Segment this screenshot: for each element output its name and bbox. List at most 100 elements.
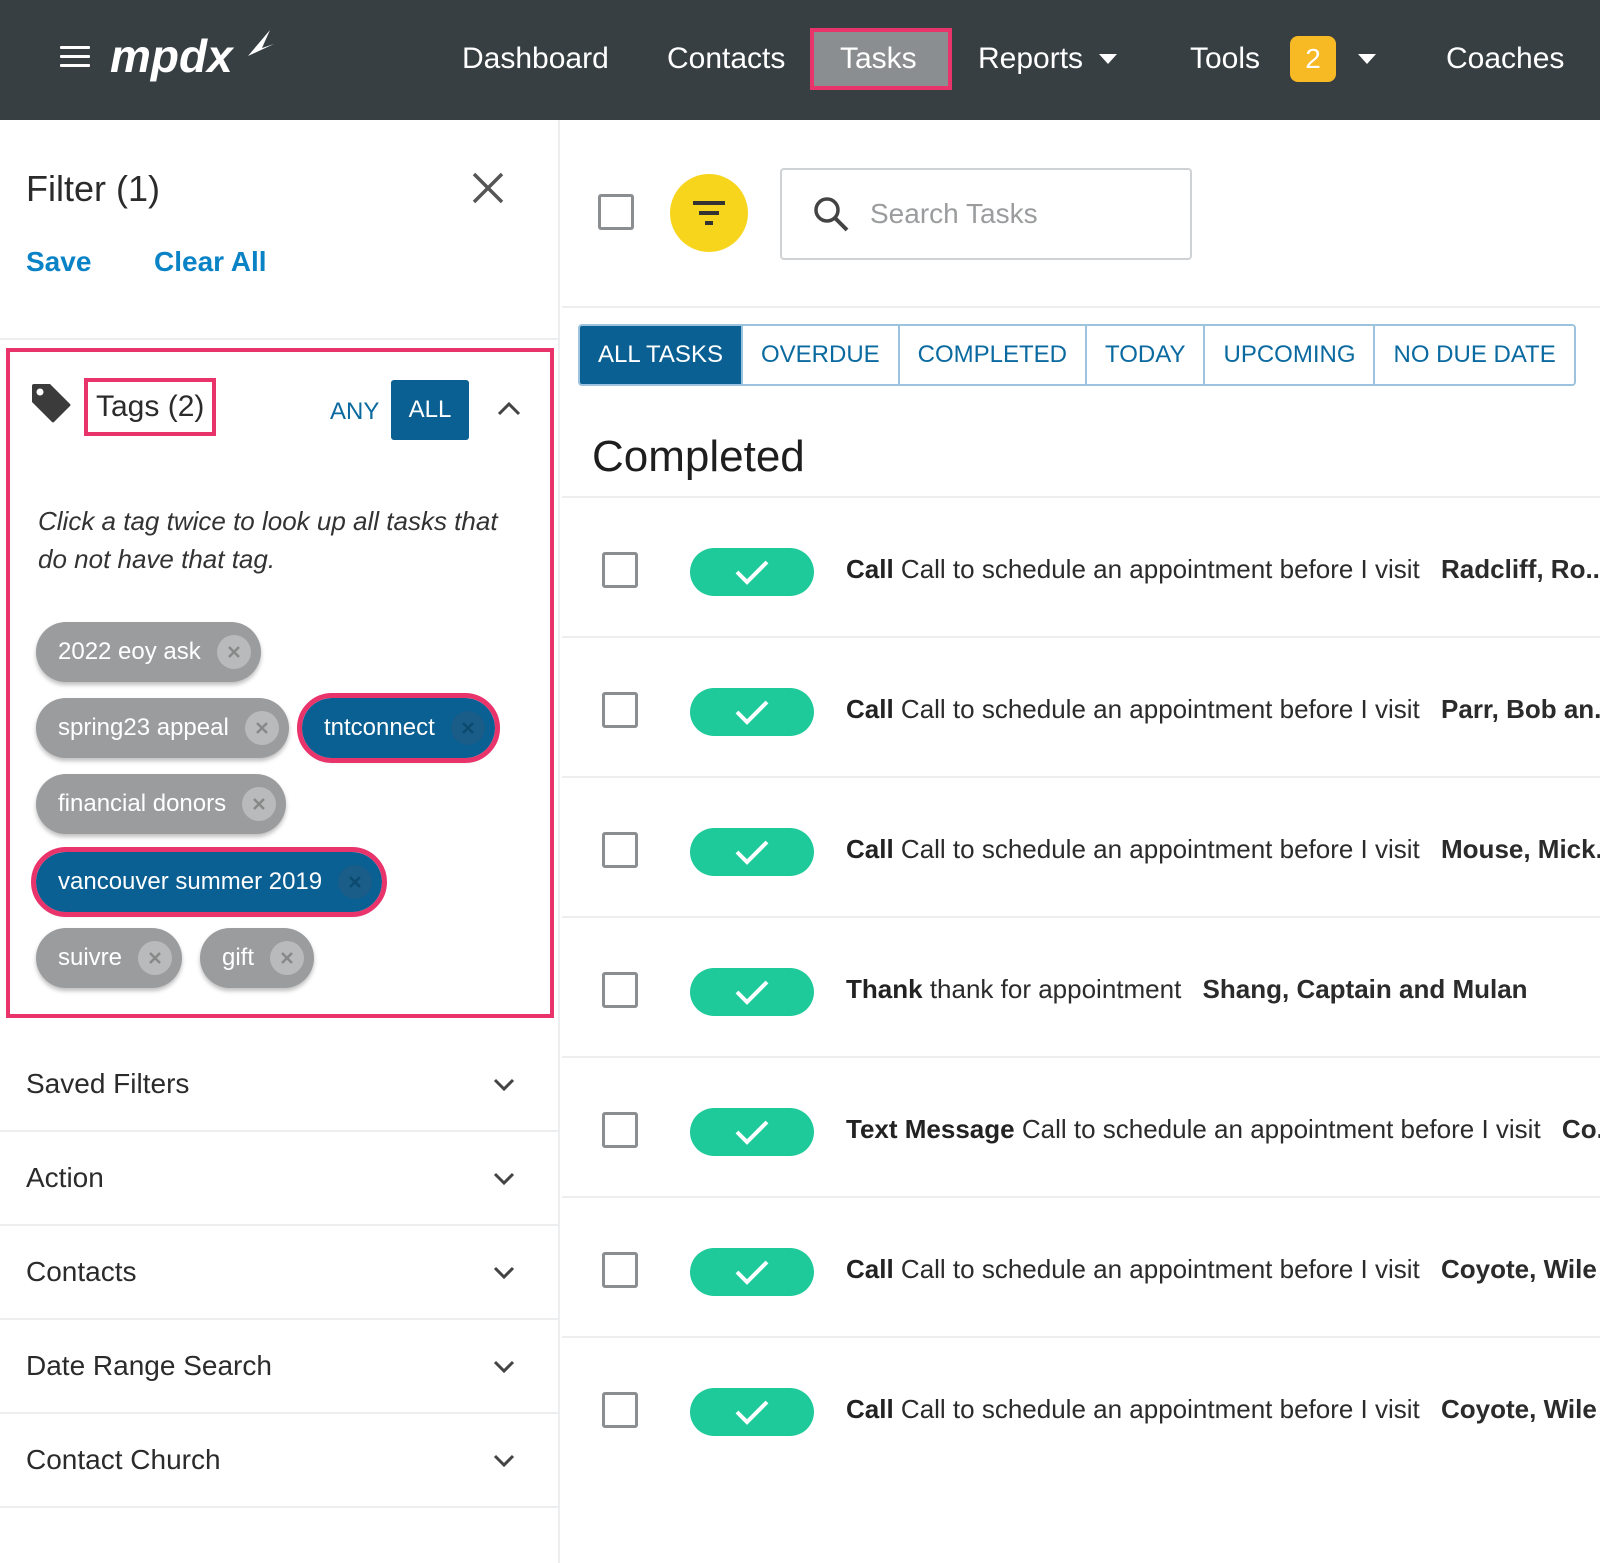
tab-upcoming[interactable]: UPCOMING <box>1205 326 1376 384</box>
nav-tools[interactable]: Tools 2 <box>1190 28 1377 90</box>
complete-task-button[interactable] <box>690 1388 814 1436</box>
task-row[interactable]: Call Call to schedule an appointment bef… <box>562 1336 1600 1478</box>
task-checkbox[interactable] <box>602 1252 638 1288</box>
chevron-down-icon <box>493 1454 515 1468</box>
task-summary[interactable]: Thank thank for appointment Shang, Capta… <box>846 974 1600 1005</box>
tag-chip[interactable]: spring23 appeal <box>36 698 289 758</box>
chevron-down-icon <box>493 1266 515 1280</box>
tag-chip-selected[interactable]: tntconnect <box>297 693 500 763</box>
tags-hint-text: Click a tag twice to look up all tasks t… <box>38 506 498 574</box>
svg-text:mpdx: mpdx <box>110 30 235 82</box>
filter-icon <box>693 201 725 225</box>
complete-task-button[interactable] <box>690 688 814 736</box>
tab-no-due-date[interactable]: NO DUE DATE <box>1375 326 1574 384</box>
task-summary[interactable]: Call Call to schedule an appointment bef… <box>846 834 1600 865</box>
select-all-checkbox[interactable] <box>598 194 634 230</box>
remove-tag-icon[interactable] <box>450 711 485 745</box>
task-row[interactable]: Call Call to schedule an appointment bef… <box>562 1196 1600 1338</box>
tab-today[interactable]: TODAY <box>1087 326 1206 384</box>
remove-tag-icon[interactable] <box>270 941 305 975</box>
task-row[interactable]: Text Message Call to schedule an appoint… <box>562 1056 1600 1198</box>
task-checkbox[interactable] <box>602 1392 638 1428</box>
checkmark-icon <box>735 1400 769 1425</box>
complete-task-button[interactable] <box>690 1248 814 1296</box>
tab-overdue[interactable]: OVERDUE <box>742 326 900 384</box>
complete-task-button[interactable] <box>690 828 814 876</box>
chevron-down-icon <box>1099 54 1118 64</box>
task-row[interactable]: Thank thank for appointment Shang, Capta… <box>562 916 1600 1058</box>
complete-task-button[interactable] <box>690 1108 814 1156</box>
task-row[interactable]: Call Call to schedule an appointment bef… <box>562 636 1600 778</box>
nav-dashboard[interactable]: Dashboard <box>462 28 609 90</box>
checkmark-icon <box>735 1260 769 1285</box>
search-input[interactable] <box>870 198 1170 230</box>
task-checkbox[interactable] <box>602 1112 638 1148</box>
accordion-contact-church[interactable]: Contact Church <box>0 1414 560 1508</box>
nav-coaches[interactable]: Coaches <box>1446 28 1564 90</box>
task-summary[interactable]: Call Call to schedule an appointment bef… <box>846 1394 1600 1425</box>
filter-toggle-button[interactable] <box>670 174 748 252</box>
clear-all-button[interactable]: Clear All <box>154 246 267 278</box>
tab-completed[interactable]: COMPLETED <box>899 326 1088 384</box>
accordion-date-range-search[interactable]: Date Range Search <box>0 1320 560 1414</box>
task-checkbox[interactable] <box>602 832 638 868</box>
filter-title: Filter (1) <box>26 168 160 209</box>
task-checkbox[interactable] <box>602 692 638 728</box>
mpdx-logo[interactable]: mpdx <box>110 26 275 92</box>
task-summary[interactable]: Text Message Call to schedule an appoint… <box>846 1114 1600 1145</box>
tab-all-tasks[interactable]: ALL TASKS <box>580 326 743 384</box>
remove-tag-icon[interactable] <box>138 941 173 975</box>
remove-tag-icon[interactable] <box>338 865 373 899</box>
task-summary[interactable]: Call Call to schedule an appointment bef… <box>846 1254 1600 1285</box>
close-icon[interactable] <box>470 170 506 206</box>
tag-icon <box>32 384 71 423</box>
task-checkbox[interactable] <box>602 972 638 1008</box>
tag-chip[interactable]: gift <box>200 928 315 988</box>
checkmark-icon <box>735 1120 769 1145</box>
top-navigation: mpdx Dashboard Contacts Tasks Reports To… <box>0 0 1600 120</box>
remove-tag-icon[interactable] <box>242 787 277 821</box>
checkmark-icon <box>735 700 769 725</box>
chevron-down-icon <box>493 1078 515 1092</box>
task-summary[interactable]: Call Call to schedule an appointment bef… <box>846 554 1600 585</box>
checkmark-icon <box>735 560 769 585</box>
chevron-down-icon <box>1358 54 1377 64</box>
nav-tasks[interactable]: Tasks <box>810 28 952 90</box>
search-field[interactable] <box>780 168 1192 260</box>
task-checkbox[interactable] <box>602 552 638 588</box>
tools-notification-badge: 2 <box>1290 36 1337 82</box>
tag-chip[interactable]: 2022 eoy ask <box>36 622 261 682</box>
filter-sidebar: Filter (1) Save Clear All Tags (2) ANY A… <box>0 120 560 1563</box>
save-filter-button[interactable]: Save <box>26 246 91 278</box>
tasks-main-panel: ALL TASKS OVERDUE COMPLETED TODAY UPCOMI… <box>562 120 1600 1563</box>
section-title: Completed <box>592 432 805 481</box>
complete-task-button[interactable] <box>690 548 814 596</box>
tag-chip[interactable]: financial donors <box>36 774 287 834</box>
chevron-up-icon[interactable] <box>496 398 522 418</box>
search-icon <box>814 197 849 232</box>
checkmark-icon <box>735 840 769 865</box>
accordion-contacts[interactable]: Contacts <box>0 1226 560 1320</box>
match-any-button[interactable]: ANY <box>330 398 379 426</box>
nav-contacts[interactable]: Contacts <box>667 28 785 90</box>
task-filter-tabs: ALL TASKS OVERDUE COMPLETED TODAY UPCOMI… <box>578 324 1576 386</box>
tags-filter-section: Tags (2) ANY ALL Click a tag twice to lo… <box>6 348 554 1018</box>
chevron-down-icon <box>493 1360 515 1374</box>
task-summary[interactable]: Call Call to schedule an appointment bef… <box>846 694 1600 725</box>
accordion-action[interactable]: Action <box>0 1132 560 1226</box>
tag-chip-selected[interactable]: vancouver summer 2019 <box>30 847 388 917</box>
task-row[interactable]: Call Call to schedule an appointment bef… <box>562 776 1600 918</box>
complete-task-button[interactable] <box>690 968 814 1016</box>
divider <box>562 306 1600 308</box>
remove-tag-icon[interactable] <box>244 711 279 745</box>
match-all-button[interactable]: ALL <box>391 380 469 440</box>
remove-tag-icon[interactable] <box>216 635 251 669</box>
chevron-down-icon <box>493 1172 515 1186</box>
checkmark-icon <box>735 980 769 1005</box>
hamburger-menu-icon[interactable] <box>60 46 90 70</box>
task-row[interactable]: Call Call to schedule an appointment bef… <box>562 496 1600 638</box>
tags-section-title[interactable]: Tags (2) <box>84 378 217 436</box>
nav-reports[interactable]: Reports <box>978 28 1118 90</box>
tag-chip[interactable]: suivre <box>36 928 183 988</box>
accordion-saved-filters[interactable]: Saved Filters <box>0 1038 560 1132</box>
